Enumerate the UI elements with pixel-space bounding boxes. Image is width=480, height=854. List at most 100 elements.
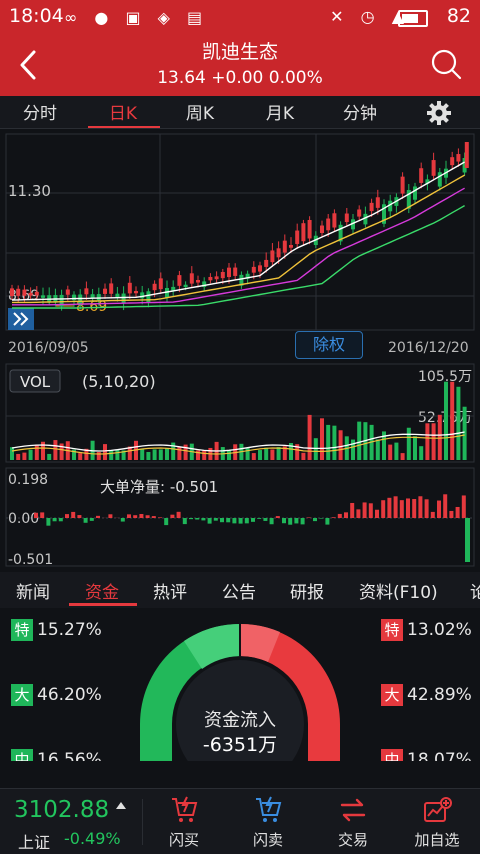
bigorder-bar xyxy=(226,518,230,522)
tab-hot-comments[interactable]: 热评 xyxy=(153,578,187,603)
left-value-medium: 16.56% xyxy=(37,750,102,761)
candle xyxy=(401,177,405,194)
bigorder-bar xyxy=(319,518,323,519)
right-tag-medium: 中 xyxy=(381,749,403,761)
volume-bar xyxy=(115,449,119,460)
candle xyxy=(277,248,281,257)
bigorder-bar xyxy=(46,518,50,526)
candle xyxy=(376,197,380,208)
bigorder-bar xyxy=(363,502,367,518)
bigorder-bar xyxy=(34,513,38,518)
volume-bar xyxy=(332,426,336,460)
bigorder-bar xyxy=(245,518,249,523)
bigorder-bar xyxy=(350,503,354,518)
candle xyxy=(35,292,39,296)
candle xyxy=(308,220,312,238)
volume-bar xyxy=(419,446,423,460)
add-watchlist-button[interactable]: 加自选 xyxy=(394,789,480,853)
tab-news[interactable]: 新闻 xyxy=(16,578,50,603)
candle xyxy=(320,226,324,233)
volume-bar xyxy=(97,452,101,460)
candle xyxy=(109,283,113,293)
bigorder-bar xyxy=(121,518,125,522)
volume-bar xyxy=(376,439,380,460)
volume-bar xyxy=(202,450,206,460)
quick-buy-button[interactable]: 闪买 xyxy=(141,789,227,853)
candle xyxy=(233,268,237,276)
candle xyxy=(146,291,150,303)
left-tag-super: 特 xyxy=(11,619,33,641)
bigorder-bar xyxy=(369,503,373,518)
bigorder-bar xyxy=(232,518,236,523)
tab-research[interactable]: 研报 xyxy=(290,578,324,603)
volume-bar xyxy=(177,447,181,460)
volume-bar xyxy=(159,449,163,460)
bigorder-bar xyxy=(108,514,112,518)
vol-params: (5,10,20) xyxy=(82,372,156,391)
volume-bar xyxy=(413,436,417,460)
bigorder-bar xyxy=(214,518,218,521)
volume-bar xyxy=(277,447,281,460)
volume-bar xyxy=(227,451,231,460)
volume-bar xyxy=(35,445,39,460)
trade-button[interactable]: 交易 xyxy=(310,789,396,853)
price-label-high: 11.30 xyxy=(8,182,51,200)
bigorder-bar xyxy=(146,515,150,518)
bigorder-bar xyxy=(313,518,317,521)
bigorder-bar xyxy=(189,518,193,519)
right-tag-large: 大 xyxy=(381,684,403,706)
bigorder-bar xyxy=(270,518,274,524)
volume-bar xyxy=(357,422,361,460)
volume-bar xyxy=(326,425,330,460)
volume-bar xyxy=(320,418,324,460)
tab-daily-k[interactable]: 日K xyxy=(88,99,158,124)
tab-f10[interactable]: 资料(F10) xyxy=(359,578,438,603)
end-date: 2016/12/20 xyxy=(388,340,469,356)
volume-bar xyxy=(264,448,268,460)
candle xyxy=(196,280,200,283)
ex-rights-button[interactable]: 除权 xyxy=(295,331,363,359)
tab-weekly-k[interactable]: 周K xyxy=(165,99,235,124)
stock-chart[interactable]: 11.308.698.692016/09/052016/12/20VOL(5,1… xyxy=(0,128,480,570)
title-bar: 凯迪生态 13.64 +0.00 0.00% xyxy=(0,34,480,96)
bigorder-bar xyxy=(400,500,404,518)
candle xyxy=(29,293,33,296)
volume-bar xyxy=(246,448,250,460)
left-tag-medium: 中 xyxy=(11,749,33,761)
bigorder-bar xyxy=(449,511,453,518)
candle xyxy=(47,295,51,301)
lightning-sell-icon xyxy=(253,795,283,825)
status-time: 18:04 xyxy=(9,5,64,27)
tab-discussion[interactable]: 论 xyxy=(470,578,480,603)
volume-bar xyxy=(258,450,262,460)
gear-icon[interactable] xyxy=(426,100,452,126)
candle xyxy=(177,275,181,286)
tab-funds[interactable]: 资金 xyxy=(85,578,119,603)
search-icon[interactable] xyxy=(430,48,462,80)
quick-buy-label: 闪买 xyxy=(141,829,227,850)
tab-minute[interactable]: 分钟 xyxy=(325,99,395,124)
bigorder-bar xyxy=(282,518,286,523)
bottom-toolbar: 3102.88 上证 -0.49% 闪买 闪卖 交易 加自选 xyxy=(0,788,480,854)
bigorder-bar xyxy=(96,516,100,518)
bigorder-bar xyxy=(170,515,174,518)
bigorder-bar xyxy=(387,498,391,518)
volume-bar xyxy=(78,453,82,460)
candle xyxy=(215,276,219,279)
right-value-large: 42.89% xyxy=(407,685,472,705)
bigorder-bar xyxy=(412,499,416,518)
left-value-super: 15.27% xyxy=(37,620,102,640)
active-info-tab-indicator xyxy=(69,603,137,606)
index-value[interactable]: 3102.88 xyxy=(14,797,109,823)
volume-bar xyxy=(47,454,51,460)
quick-sell-button[interactable]: 闪卖 xyxy=(225,789,311,853)
candle xyxy=(357,209,361,216)
tab-announcements[interactable]: 公告 xyxy=(222,578,256,603)
candle xyxy=(295,231,299,244)
bigorder-bar xyxy=(356,509,360,518)
bigorder-bar xyxy=(443,494,447,518)
add-watchlist-label: 加自选 xyxy=(394,829,480,850)
tab-intraday[interactable]: 分时 xyxy=(5,99,75,124)
bigorder-bar xyxy=(127,514,131,518)
tab-monthly-k[interactable]: 月K xyxy=(245,99,315,124)
